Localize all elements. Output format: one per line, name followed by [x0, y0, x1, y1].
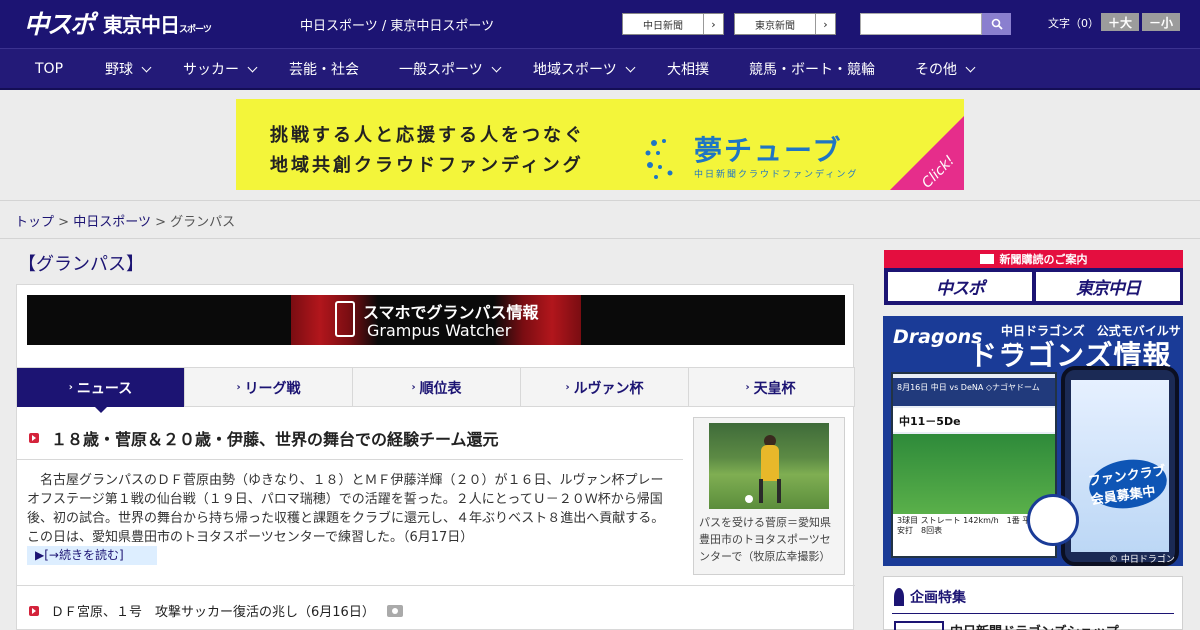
photo-caption: パスを受ける菅原＝愛知県豊田市のトヨタスポーツセンターで（牧原広幸撮影）	[699, 516, 831, 563]
subscription-header: 新聞購読のご案内	[884, 250, 1183, 268]
mascot-icon	[1027, 494, 1079, 546]
site-logo[interactable]: 中スポ 東京中日スポーツ	[24, 6, 212, 40]
banner-line-2: 地域共創クラウドファンディング	[270, 155, 584, 176]
search-icon	[991, 18, 1003, 30]
ribbon-icon	[894, 588, 904, 606]
photo-image	[709, 423, 829, 509]
breadcrumb-current: グランパス	[170, 215, 236, 230]
banner-brand: 夢チューブ	[694, 134, 843, 167]
nav-item-sumo[interactable]: 大相撲	[667, 49, 709, 89]
grampus-watcher-banner[interactable]: スマホでグランパス情報 Grampus Watcher	[27, 295, 845, 345]
watcher-line-1: スマホでグランパス情報	[363, 303, 539, 322]
game-info: 8月16日 中日 vs DeNA ◇ナゴヤドーム	[893, 378, 1055, 406]
chevron-down-icon	[625, 62, 636, 72]
play-bullet-icon	[29, 605, 39, 616]
chevron-right-icon: ›	[411, 382, 416, 393]
chunichi-shimbun-link[interactable]: 中日新聞 ›	[622, 13, 724, 35]
search-button[interactable]	[982, 13, 1011, 35]
divider	[17, 459, 683, 460]
tab-league[interactable]: › リーグ戦	[185, 368, 353, 407]
tokyo-shimbun-link[interactable]: 東京新聞 ›	[734, 13, 836, 35]
tab-standings[interactable]: › 順位表	[353, 368, 521, 407]
breadcrumb-section[interactable]: 中日スポーツ	[73, 215, 151, 230]
field-graphic	[893, 434, 1055, 514]
article-link[interactable]: ＤＦ宮原、１号 攻撃サッカー復活の兆し（6月16日）	[29, 601, 403, 620]
nav-item-top[interactable]: TOP	[35, 49, 63, 89]
camera-icon	[386, 604, 403, 617]
nav-item-entertainment[interactable]: 芸能・社会	[289, 49, 359, 89]
article-photo[interactable]: パスを受ける菅原＝愛知県豊田市のトヨタスポーツセンターで（牧原広幸撮影）	[693, 417, 845, 575]
subscribe-chuspo-button[interactable]: 中スポ	[888, 272, 1032, 301]
search-input[interactable]	[860, 13, 982, 35]
chevron-down-icon	[491, 62, 502, 72]
crowdfunding-banner[interactable]: 挑戦する人と応援する人をつなぐ 地域共創クラウドファンディング 夢チューブ 中日…	[236, 99, 964, 190]
font-smaller-button[interactable]: －小	[1142, 13, 1180, 31]
banner-line-1: 挑戦する人と応援する人をつなぐ	[270, 125, 585, 146]
special-features-title: 企画特集	[894, 587, 966, 607]
nav-item-baseball[interactable]: 野球	[105, 49, 152, 89]
news-panel: スマホでグランパス情報 Grampus Watcher › ニュース › リーグ戦 …	[16, 284, 855, 630]
chevron-down-icon	[965, 62, 976, 72]
nav-item-soccer[interactable]: サッカー	[183, 49, 258, 89]
divider	[0, 238, 1200, 239]
divider	[892, 613, 1174, 614]
dragons-shop-link[interactable]: 中日新聞ドラゴンズショップ	[950, 621, 1119, 630]
chevron-right-icon: ›	[236, 382, 241, 393]
tab-emperors-cup[interactable]: › 天皇杯	[687, 368, 855, 407]
logo-tokyo-chunichi: 東京中日スポーツ	[103, 12, 212, 37]
news-tabs: › ニュース › リーグ戦 › 順位表 › ルヴァン杯 › 天皇杯	[17, 367, 855, 413]
font-bigger-button[interactable]: ＋大	[1101, 13, 1139, 31]
font-size-label: 文字（0）	[1048, 17, 1099, 30]
tab-levain-cup[interactable]: › ルヴァン杯	[521, 368, 689, 407]
dragons-mobile-ad[interactable]: Dragons 中日ドラゴンズ 公式モバイルサイト ドラゴンズ情報 8月16日 …	[883, 316, 1183, 566]
nav-item-other[interactable]: その他	[915, 49, 976, 89]
banner-area: 挑戦する人と応援する人をつなぐ 地域共創クラウドファンディング 夢チューブ 中日…	[0, 90, 1200, 201]
banner-brand-sub: 中日新聞クラウドファンディング	[694, 170, 859, 180]
copyright: © 中日ドラゴンズ	[1109, 555, 1175, 565]
watcher-line-2: Grampus Watcher	[367, 321, 512, 340]
divider	[17, 585, 855, 586]
breadcrumb-home[interactable]: トップ	[15, 215, 54, 230]
special-features: 企画特集 中日新聞ドラゴンズショップ	[883, 576, 1183, 630]
read-more-link[interactable]: ▶[→続きを読む]	[27, 546, 157, 565]
page-title: 【グランパス】	[18, 254, 144, 275]
tab-news[interactable]: › ニュース	[17, 368, 185, 413]
article-headline[interactable]: １８歳・菅原＆２０歳・伊藤、世界の舞台での経験チーム還元	[29, 426, 499, 450]
main-nav: TOP 野球 サッカー 芸能・社会 一般スポーツ 地域スポーツ 大相撲 競馬・ボ…	[0, 48, 1200, 90]
logo-chuspo: 中スポ	[24, 10, 95, 39]
article-summary: 名古屋グランパスのＤＦ菅原由勢（ゆきなり、１８）とＭＦ伊藤洋輝（２０）が１６日、…	[27, 473, 665, 545]
chevron-right-icon: ›	[68, 382, 73, 393]
nav-item-racing[interactable]: 競馬・ボート・競輪	[749, 49, 875, 89]
newspaper-icon	[979, 254, 994, 264]
subscribe-tokyo-chunichi-button[interactable]: 東京中日	[1036, 272, 1180, 301]
chevron-right-icon: ›	[815, 14, 835, 34]
shop-thumbnail	[894, 621, 944, 630]
site-name: 中日スポーツ / 東京中日スポーツ	[300, 19, 495, 34]
chevron-down-icon	[247, 62, 258, 72]
play-bullet-icon	[29, 433, 39, 443]
nav-item-general-sports[interactable]: 一般スポーツ	[399, 49, 502, 89]
chevron-right-icon: ›	[745, 382, 750, 393]
smartphone-icon	[335, 301, 355, 337]
dream-tube-logo-icon	[645, 139, 673, 179]
nav-item-local-sports[interactable]: 地域スポーツ	[533, 49, 636, 89]
chevron-down-icon	[141, 62, 152, 72]
breadcrumb: トップ > 中日スポーツ > グランパス	[15, 215, 236, 230]
game-score: 中11－5De	[893, 408, 1055, 432]
top-header: 中スポ 東京中日スポーツ 中日スポーツ / 東京中日スポーツ 中日新聞 › 東京…	[0, 0, 1200, 48]
chevron-right-icon: ›	[565, 382, 570, 393]
chevron-right-icon: ›	[703, 14, 723, 34]
